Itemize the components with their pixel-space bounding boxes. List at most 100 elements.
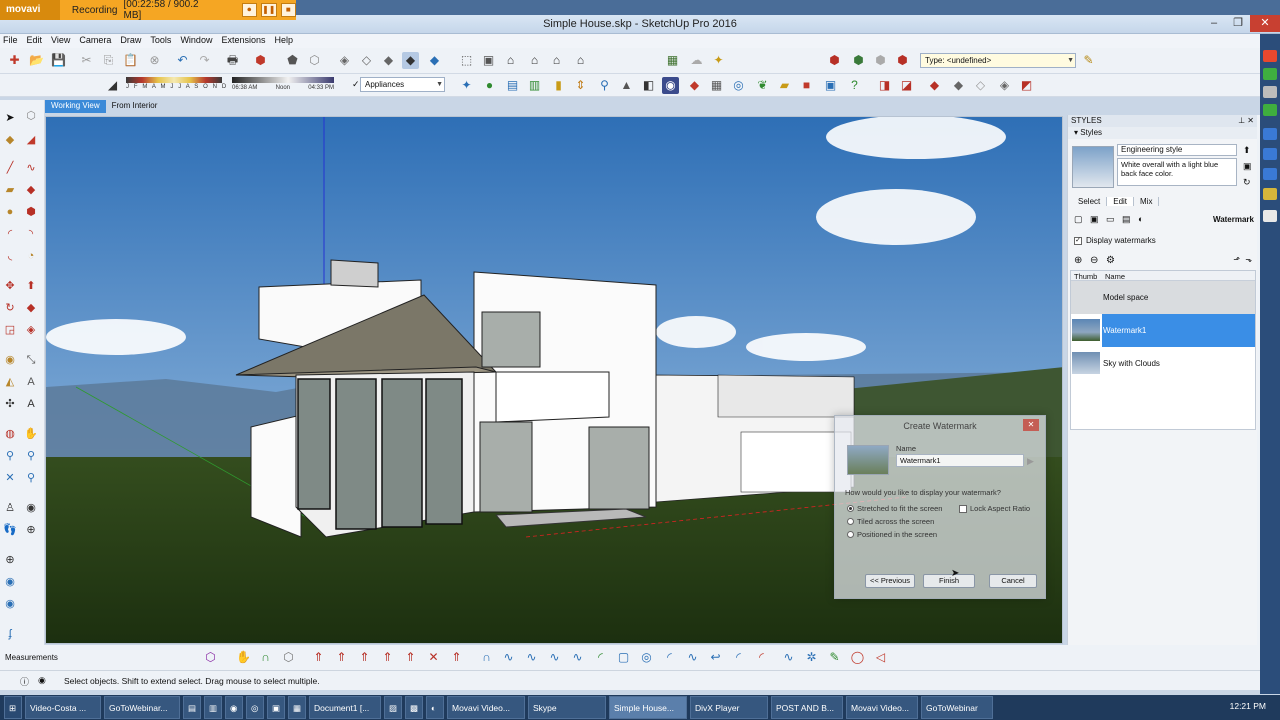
ellipse-icon[interactable]: ◯ (849, 649, 866, 666)
curve-icon-7[interactable]: ↩ (707, 649, 724, 666)
gadget-icon[interactable] (1263, 128, 1277, 140)
photo-textures-icon[interactable]: ◉ (2, 574, 18, 590)
sun-icon[interactable]: ✦ (710, 52, 727, 69)
push-icon-1[interactable]: ⇑ (310, 649, 327, 666)
task-icon[interactable]: ▦ (288, 696, 306, 719)
styles-subheader[interactable]: ▾ Styles (1068, 127, 1257, 139)
recorder-record-icon[interactable]: ⏺ (241, 3, 258, 17)
task-icon[interactable]: ▤ (183, 696, 201, 719)
menu-edit[interactable]: Edit (24, 34, 49, 48)
model-info-icon[interactable]: ⬢ (252, 52, 269, 69)
task-simple-house[interactable]: Simple House... (609, 696, 687, 719)
iso-view-icon[interactable]: ⬚ (458, 52, 475, 69)
geo-location-icon[interactable]: ▦ (664, 52, 681, 69)
arc-icon-1[interactable]: ◜ (592, 649, 609, 666)
curve-icon-5[interactable]: ∿ (569, 649, 586, 666)
cut-icon[interactable]: ✂ (78, 52, 95, 69)
gadget-icon[interactable] (1263, 86, 1277, 98)
scale-icon[interactable]: ⇕ (572, 77, 589, 94)
menu-help[interactable]: Help (271, 34, 299, 48)
target-icon[interactable]: ◎ (730, 77, 747, 94)
arc-icon-4[interactable]: ◜ (753, 649, 770, 666)
move-down-icon[interactable]: ⬎ (1245, 255, 1252, 264)
layer-manager-icon[interactable]: ▥ (526, 77, 543, 94)
gadget-icon[interactable] (1263, 210, 1277, 222)
display-watermarks-checkbox[interactable]: ✓ (1074, 236, 1082, 245)
zoom-tool-icon[interactable]: ⚲ (2, 448, 18, 464)
menu-window[interactable]: Window (177, 34, 218, 48)
xray-style-icon[interactable]: ◈ (336, 52, 353, 69)
push-pull-icon[interactable]: ⬆ (23, 278, 39, 294)
background-settings-icon[interactable]: ▭ (1106, 214, 1118, 226)
recorder-stop-icon[interactable]: ■ (280, 3, 297, 17)
geo-icon[interactable]: ◉ (2, 596, 18, 612)
task-gotowebinar-1[interactable]: GoToWebinar... (104, 696, 180, 719)
share-component-icon[interactable]: ⬢ (894, 52, 911, 69)
lock-aspect-checkbox[interactable] (959, 505, 967, 513)
push-icon-4[interactable]: ⇑ (379, 649, 396, 666)
menu-extensions[interactable]: Extensions (218, 34, 271, 48)
redo-icon[interactable]: ↷ (196, 52, 213, 69)
tape-measure-icon[interactable]: ◉ (2, 352, 18, 368)
scale-tool-icon[interactable]: ◲ (2, 322, 18, 338)
circle-icon[interactable]: ◎ (638, 649, 655, 666)
follow-me-icon[interactable]: ◆ (23, 300, 39, 316)
rotate-tool-icon[interactable]: ↻ (2, 300, 18, 316)
list-item[interactable]: Sky with Clouds (1071, 347, 1255, 380)
look-around-icon[interactable]: ◉ (23, 500, 39, 516)
extrude-icon-2[interactable]: ◪ (898, 77, 915, 94)
right-view-icon[interactable]: ⌂ (526, 52, 543, 69)
gadget-icon[interactable] (1263, 188, 1277, 200)
extrude-icon[interactable]: ◨ (876, 77, 893, 94)
left-view-icon[interactable]: ⌂ (572, 52, 589, 69)
close-panel-icon[interactable]: ✕ (1247, 116, 1254, 125)
gadget-icon[interactable] (1263, 68, 1277, 80)
task-icon[interactable]: ▨ (384, 696, 402, 719)
style-name-field[interactable]: Engineering style (1117, 144, 1237, 156)
paste-icon[interactable]: 📋 (122, 52, 139, 69)
paint-bucket-icon[interactable]: ◆ (686, 77, 703, 94)
task-document1[interactable]: Document1 [... (309, 696, 381, 719)
task-gotowebinar-2[interactable]: GoToWebinar (921, 696, 993, 719)
pin-icon[interactable]: ⊥ (1238, 116, 1245, 125)
line-tool-icon[interactable]: ╱ (2, 160, 18, 176)
style-description-field[interactable]: White overall with a light blue back fac… (1117, 158, 1237, 186)
shadow-date-slider[interactable]: J F M A M J J A S O N D (126, 77, 226, 94)
arc-icon-3[interactable]: ◜ (730, 649, 747, 666)
solid-tool-icon-3[interactable]: ◇ (972, 77, 989, 94)
copy-icon[interactable]: ⎘ (100, 52, 117, 69)
eraser-tool-icon[interactable]: ◢ (23, 132, 39, 148)
menu-tools[interactable]: Tools (147, 34, 177, 48)
cube-icon[interactable]: ⬡ (280, 649, 297, 666)
bottle-icon[interactable]: ▲ (618, 77, 635, 94)
task-divx[interactable]: DivX Player (690, 696, 768, 719)
close-button[interactable]: ✕ (1250, 15, 1280, 32)
task-post-and-b[interactable]: POST AND B... (771, 696, 843, 719)
menu-camera[interactable]: Camera (76, 34, 117, 48)
maximize-button[interactable]: ❐ (1226, 15, 1250, 32)
push-icon-6[interactable]: ✕ (425, 649, 442, 666)
tag-select[interactable]: Appliances ▼ (360, 77, 445, 92)
video-icon[interactable]: ■ (798, 77, 815, 94)
arrow-right-icon[interactable]: ▶ (1027, 456, 1034, 467)
dialog-close-button[interactable]: ✕ (1023, 419, 1039, 431)
move-up-icon[interactable]: ⬏ (1233, 255, 1240, 264)
zoom-extents-icon[interactable]: ⚲ (596, 77, 613, 94)
share-model-icon[interactable]: ⬢ (872, 52, 889, 69)
recorder-pause-icon[interactable]: ❚❚ (261, 3, 277, 17)
orbit-tool-icon[interactable]: ◍ (2, 426, 18, 442)
wireframe-style-icon[interactable]: ◇ (358, 52, 375, 69)
tab-select[interactable]: Select (1072, 197, 1108, 206)
curve-icon-2[interactable]: ∿ (500, 649, 517, 666)
create-style-icon[interactable]: ⬆ (1243, 145, 1251, 156)
make-component-icon[interactable]: ⬟ (284, 52, 301, 69)
shaded-texture-style-icon[interactable]: ◆ (426, 52, 443, 69)
dimension-tool-icon[interactable]: ⤡ (23, 352, 39, 368)
tab-mix[interactable]: Mix (1134, 197, 1160, 206)
gadget-icon[interactable] (1263, 104, 1277, 116)
hidden-line-style-icon[interactable]: ◆ (380, 52, 397, 69)
pie-tool-icon[interactable]: ◔ (23, 248, 39, 264)
hand-icon[interactable]: ✋ (235, 649, 252, 666)
save-icon[interactable]: 💾 (50, 52, 67, 69)
front-view-icon[interactable]: ⌂ (502, 52, 519, 69)
